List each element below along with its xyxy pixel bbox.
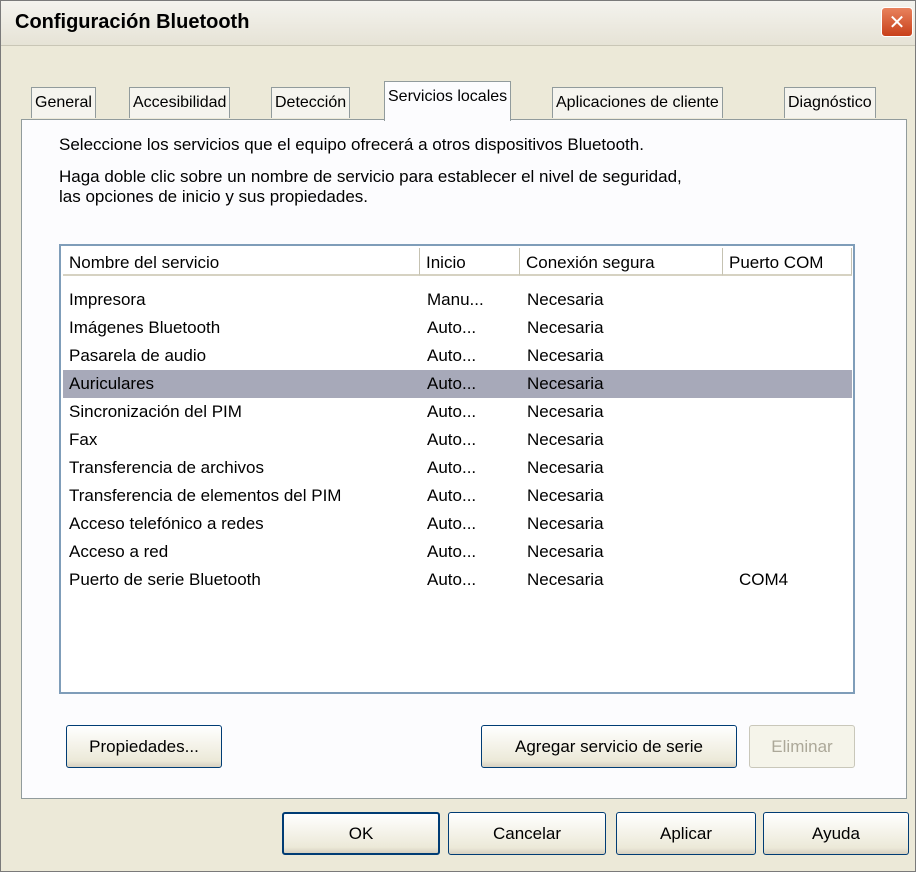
cell-service-name: Imágenes Bluetooth <box>69 318 221 337</box>
cell-secure-connection: Necesaria <box>527 346 604 365</box>
cell-com-port: COM4 <box>739 570 789 589</box>
close-icon: ✕ <box>888 10 906 34</box>
cell-start: Auto... <box>427 346 477 365</box>
cell-service-name: Acceso a red <box>69 542 169 561</box>
tab-label: Diagnóstico <box>788 94 872 111</box>
properties-button[interactable]: Propiedades... <box>66 725 222 768</box>
table-row[interactable]: Acceso telefónico a redes Auto... Necesari… <box>63 510 852 538</box>
cell-service-name: Acceso telefónico a redes <box>69 514 264 533</box>
window-title: Configuración Bluetooth <box>15 11 250 33</box>
tab-label: Detección <box>275 94 347 111</box>
tab-local-services[interactable]: Servicios locales <box>384 81 512 121</box>
cell-start: Auto... <box>427 570 477 589</box>
list-header: Nombre del servicio Inicio Conexión segu… <box>63 248 852 278</box>
column-header-start[interactable]: Inicio <box>420 248 520 276</box>
table-row[interactable]: Sincronización del PIM Auto... Necesaria <box>63 398 852 426</box>
cell-secure-connection: Necesaria <box>527 514 604 533</box>
cell-service-name: Auriculares <box>69 374 155 393</box>
column-header-service-name[interactable]: Nombre del servicio <box>63 248 420 276</box>
cell-start: Auto... <box>427 318 477 337</box>
cell-start: Manu... <box>427 290 484 309</box>
tab-client-applications[interactable]: Aplicaciones de cliente <box>552 87 723 118</box>
tab-diagnostics[interactable]: Diagnóstico <box>784 87 876 118</box>
cell-secure-connection: Necesaria <box>527 402 604 421</box>
cancel-button[interactable]: Cancelar <box>448 812 606 855</box>
cell-secure-connection: Necesaria <box>527 458 604 477</box>
column-header-com-port[interactable]: Puerto COM <box>723 248 852 276</box>
add-serial-service-button[interactable]: Agregar servicio de serie <box>481 725 737 768</box>
tab-accessibility[interactable]: Accesibilidad <box>129 87 231 118</box>
table-row[interactable]: Pasarela de audio Auto... Necesaria <box>63 342 852 370</box>
table-row[interactable]: Auriculares Auto... Necesaria <box>63 370 852 398</box>
cell-start: Auto... <box>427 486 477 505</box>
panel-instructions-line1: Haga doble clic sobre un nombre de servi… <box>59 167 682 186</box>
table-row[interactable]: Fax Auto... Necesaria <box>63 426 852 454</box>
tab-discovery[interactable]: Detección <box>271 87 351 118</box>
table-row[interactable]: Imágenes Bluetooth Auto... Necesaria <box>63 314 852 342</box>
apply-button[interactable]: Aplicar <box>616 812 756 855</box>
tab-label: Servicios locales <box>388 88 508 105</box>
title-bar[interactable]: Configuración Bluetooth ✕ <box>1 1 915 46</box>
help-button[interactable]: Ayuda <box>763 812 909 855</box>
tab-label: General <box>35 94 92 111</box>
ok-button[interactable]: OK <box>282 812 440 855</box>
cell-service-name: Transferencia de archivos <box>69 458 264 477</box>
bluetooth-settings-dialog: Configuración Bluetooth ✕ General Accesi… <box>0 0 916 872</box>
panel-instructions-line2: las opciones de inicio y sus propiedades… <box>59 187 369 206</box>
cell-secure-connection: Necesaria <box>527 542 604 561</box>
cell-service-name: Transferencia de elementos del PIM <box>69 486 342 505</box>
cell-start: Auto... <box>427 458 477 477</box>
tab-general[interactable]: General <box>31 87 96 118</box>
services-list[interactable]: Nombre del servicio Inicio Conexión segu… <box>59 244 855 694</box>
tab-label: Aplicaciones de cliente <box>556 94 719 111</box>
cell-service-name: Impresora <box>69 290 146 309</box>
cell-secure-connection: Necesaria <box>527 290 604 309</box>
table-row[interactable]: Acceso a red Auto... Necesaria <box>63 538 852 566</box>
cell-start: Auto... <box>427 542 477 561</box>
cell-service-name: Puerto de serie Bluetooth <box>69 570 261 589</box>
tab-label: Accesibilidad <box>133 94 227 111</box>
cell-start: Auto... <box>427 430 477 449</box>
cell-start: Auto... <box>427 514 477 533</box>
cell-service-name: Pasarela de audio <box>69 346 207 365</box>
cell-secure-connection: Necesaria <box>527 430 604 449</box>
table-row[interactable]: Transferencia de elementos del PIM Auto..… <box>63 482 852 510</box>
cell-secure-connection: Necesaria <box>527 486 604 505</box>
column-header-secure-connection[interactable]: Conexión segura <box>520 248 723 276</box>
panel-description: Seleccione los servicios que el equipo o… <box>59 135 644 154</box>
remove-button[interactable]: Eliminar <box>749 725 855 768</box>
cell-secure-connection: Necesaria <box>527 570 604 589</box>
table-row[interactable]: Transferencia de archivos Auto... Necesari… <box>63 454 852 482</box>
cell-service-name: Sincronización del PIM <box>69 402 242 421</box>
table-row[interactable]: Puerto de serie Bluetooth Auto... Necesari… <box>63 566 852 594</box>
cell-secure-connection: Necesaria <box>527 318 604 337</box>
table-row[interactable]: Impresora Manu... Necesaria <box>63 286 852 314</box>
cell-service-name: Fax <box>69 430 98 449</box>
cell-start: Auto... <box>427 402 477 421</box>
cell-start: Auto... <box>427 374 477 393</box>
close-button[interactable]: ✕ <box>881 7 913 37</box>
cell-secure-connection: Necesaria <box>527 374 604 393</box>
